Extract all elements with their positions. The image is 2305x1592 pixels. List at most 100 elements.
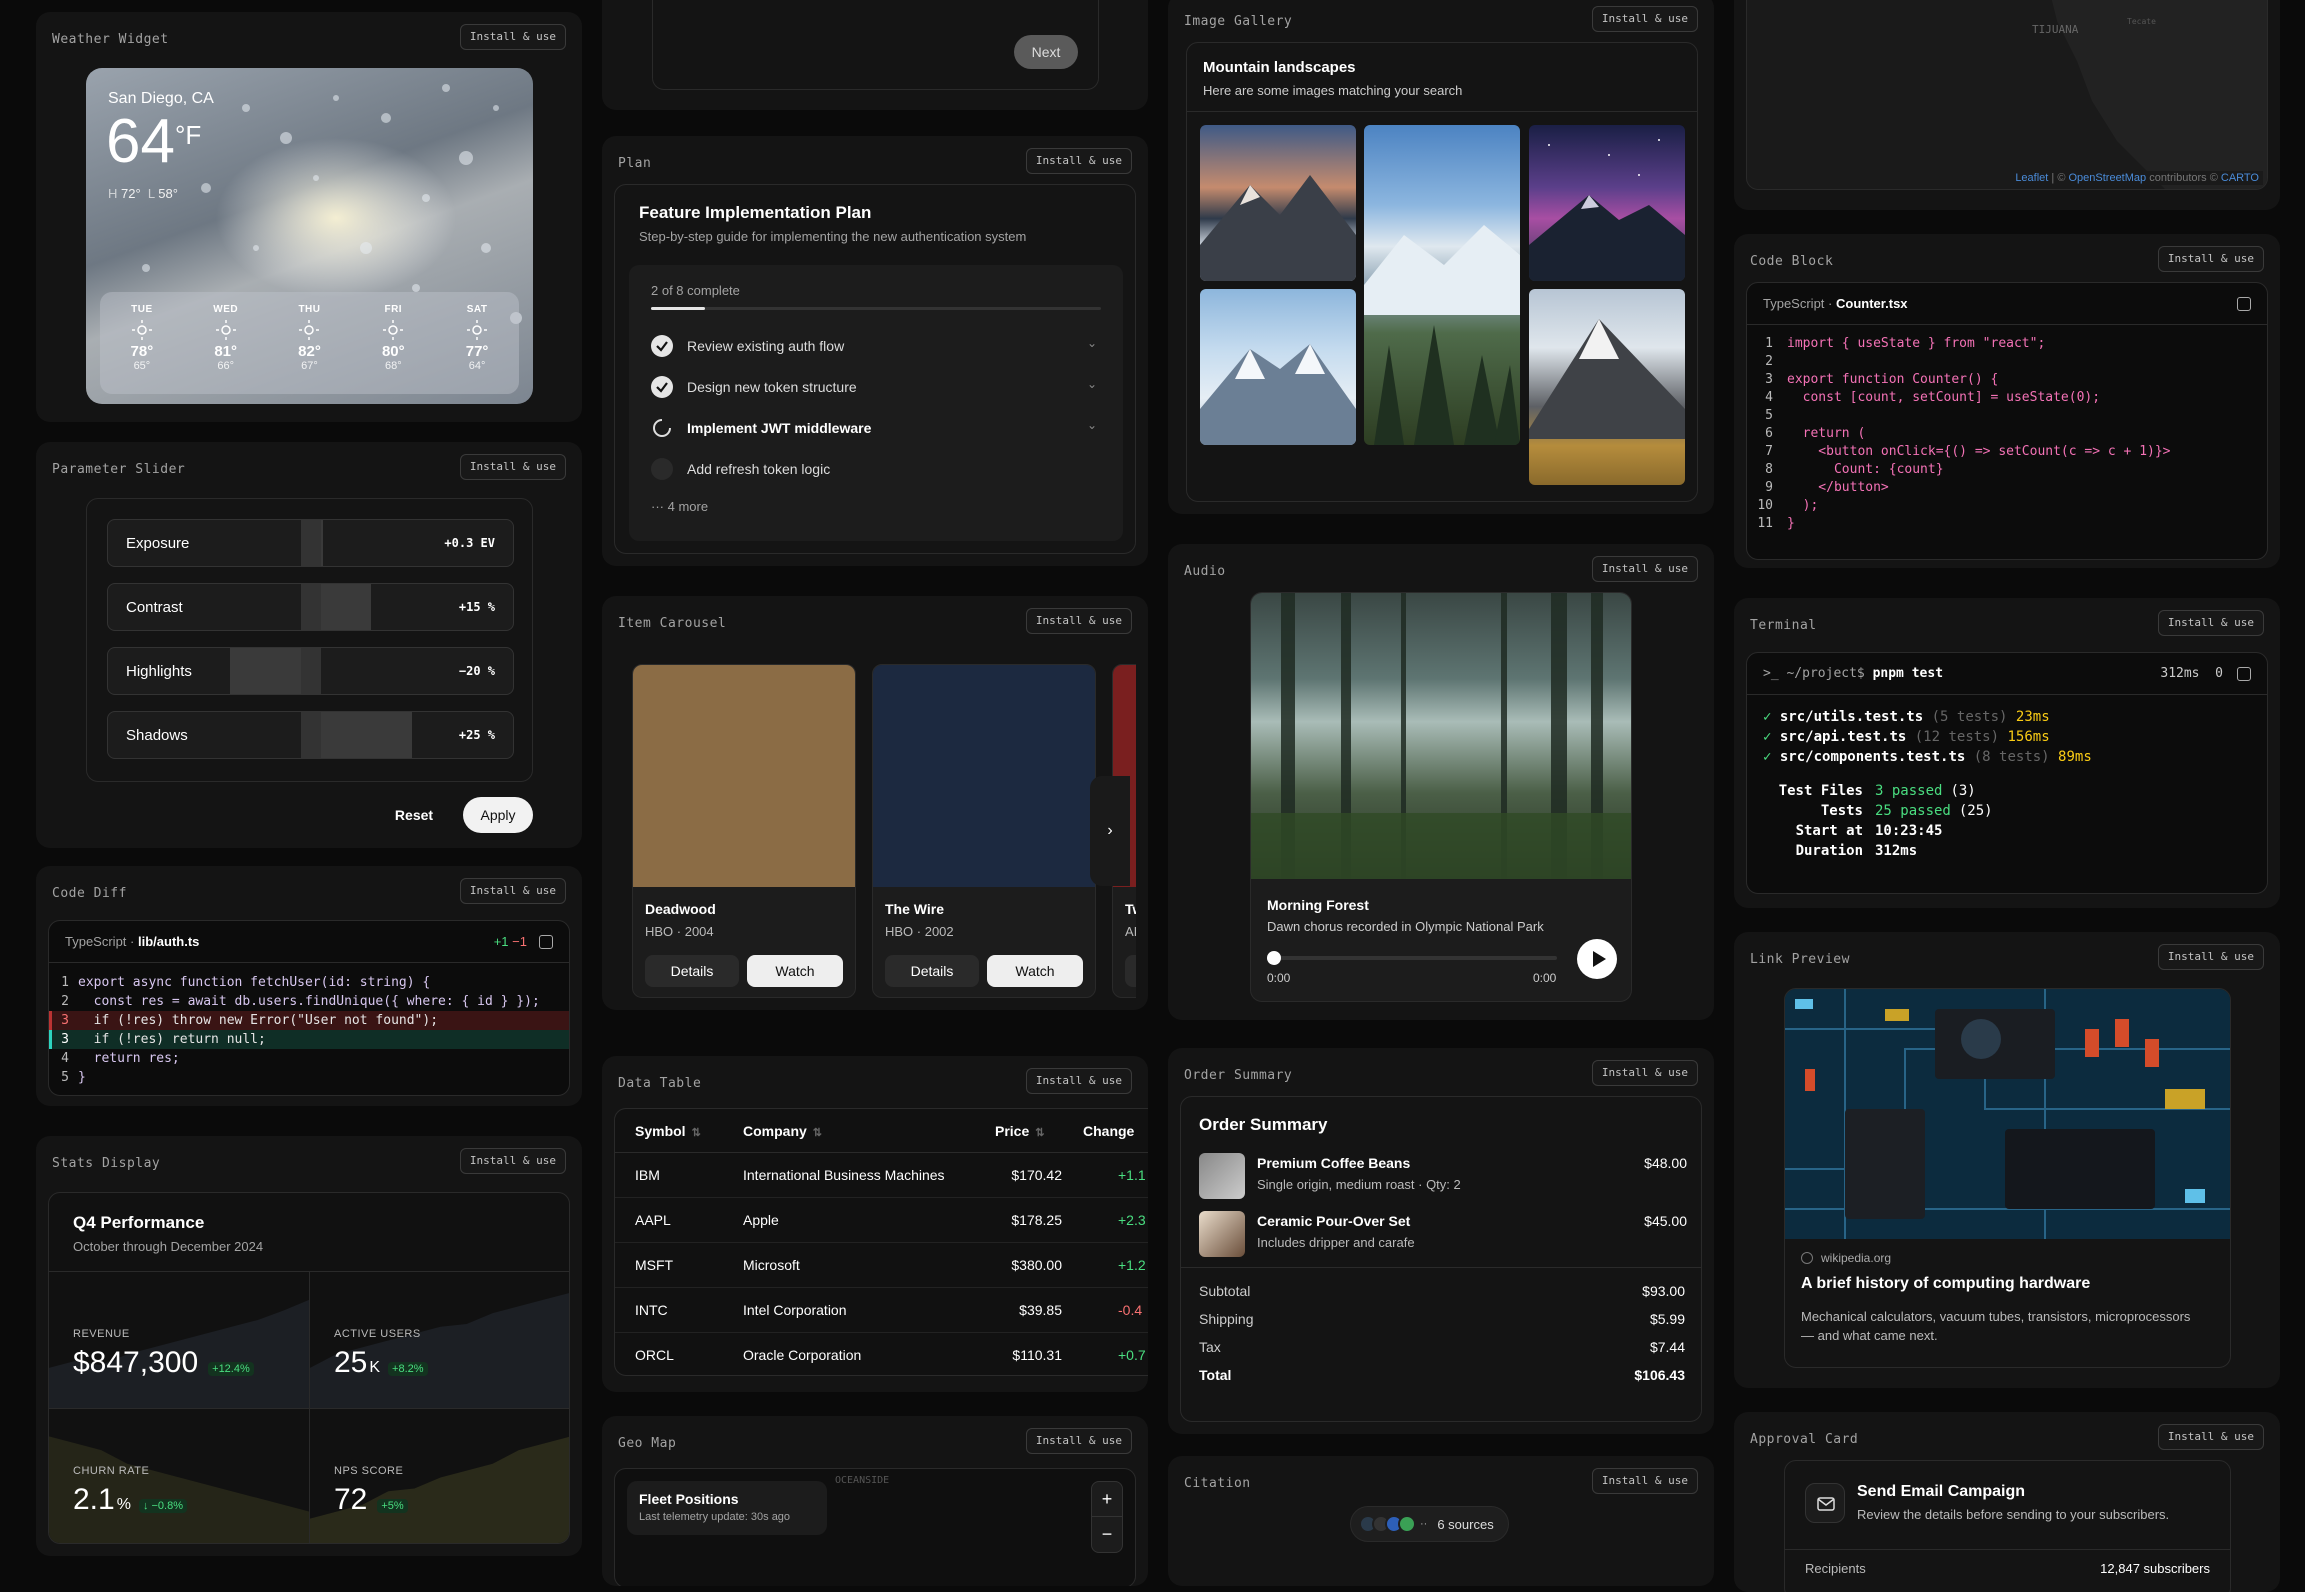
- more-steps[interactable]: ··· 4 more: [651, 499, 708, 514]
- code-text: );: [1787, 498, 1819, 513]
- zoom-out-button[interactable]: −: [1092, 1517, 1122, 1552]
- chevron-down-icon[interactable]: ⌄: [1087, 377, 1097, 391]
- install-button[interactable]: Install & use: [2157, 944, 2264, 970]
- table-row[interactable]: AAPL Apple $178.25 +2.3: [615, 1198, 1148, 1243]
- details-button[interactable]: Details: [1125, 955, 1136, 987]
- plan-step[interactable]: Review existing auth flow ⌄: [651, 325, 1101, 366]
- slider-contrast[interactable]: Contrast +15 %: [107, 583, 514, 631]
- table-row[interactable]: ORCL Oracle Corporation $110.31 +0.7: [615, 1333, 1148, 1375]
- install-button[interactable]: Install & use: [1025, 148, 1132, 174]
- plan-panel: Feature Implementation Plan Step-by-step…: [614, 184, 1136, 554]
- install-button[interactable]: Install & use: [459, 1148, 566, 1174]
- install-button[interactable]: Install & use: [1591, 1468, 1698, 1494]
- line-number: 5: [61, 1070, 69, 1085]
- play-button[interactable]: [1577, 939, 1617, 979]
- install-button[interactable]: Install & use: [2157, 1424, 2264, 1450]
- watch-button[interactable]: Watch: [747, 955, 843, 987]
- column-header[interactable]: Price ⇅: [995, 1123, 1044, 1139]
- card-title: Plan: [618, 156, 652, 171]
- slider-highlights[interactable]: Highlights −20 %: [107, 647, 514, 695]
- table-row[interactable]: IBM International Business Machines $170.4…: [615, 1153, 1148, 1198]
- install-button[interactable]: Install & use: [1591, 556, 1698, 582]
- column-header[interactable]: Change: [1083, 1123, 1134, 1139]
- reset-button[interactable]: Reset: [381, 797, 447, 833]
- map-subtitle: Last telemetry update: 30s ago: [639, 1511, 791, 1523]
- product-description: Single origin, medium roast · Qty: 2: [1257, 1177, 1461, 1192]
- install-button[interactable]: Install & use: [2157, 610, 2264, 636]
- carto-link[interactable]: CARTO: [2221, 172, 2259, 184]
- install-button[interactable]: Install & use: [459, 878, 566, 904]
- test-result-line: ✓ src/components.test.ts (8 tests) 89ms: [1763, 749, 2251, 769]
- company-cell: Oracle Corporation: [743, 1347, 862, 1363]
- gallery-image[interactable]: [1364, 125, 1520, 445]
- summary-line: Start at 10:23:45: [1763, 823, 2251, 843]
- slider-exposure[interactable]: Exposure +0.3 EV: [107, 519, 514, 567]
- slider-center-mark: [300, 648, 321, 694]
- product-name: Premium Coffee Beans: [1257, 1155, 1411, 1171]
- plan-step[interactable]: Design new token structure ⌄: [651, 366, 1101, 407]
- product-thumbnail: [1199, 1211, 1245, 1257]
- high-temp: 72°: [121, 186, 141, 201]
- summary-extra: (3): [1950, 783, 1976, 799]
- partly-cloudy-icon: [298, 319, 320, 341]
- chevron-down-icon[interactable]: ⌄: [1087, 336, 1097, 350]
- plan-step[interactable]: Implement JWT middleware ⌄: [651, 407, 1101, 448]
- link-preview-card: Link Preview Install & use wikipedia.org…: [1734, 932, 2280, 1388]
- apply-button[interactable]: Apply: [463, 797, 533, 833]
- carousel-item[interactable]: Deadwood HBO · 2004 Details Watch: [632, 664, 856, 998]
- plan-step[interactable]: Add refresh token logic: [651, 448, 1101, 489]
- gallery-image[interactable]: [1529, 125, 1685, 281]
- code-line: 11}: [1747, 515, 2267, 533]
- install-button[interactable]: Install & use: [1025, 608, 1132, 634]
- next-button[interactable]: Next: [1014, 35, 1078, 69]
- zoom-in-button[interactable]: +: [1092, 1482, 1122, 1517]
- forecast-low: 65°: [133, 360, 151, 372]
- seek-knob[interactable]: [1267, 951, 1281, 965]
- change-cell: -0.4: [1118, 1302, 1143, 1318]
- install-button[interactable]: Install & use: [459, 454, 566, 480]
- card-title: Code Diff: [52, 886, 127, 901]
- check-circle-icon: [651, 375, 673, 398]
- details-button[interactable]: Details: [645, 955, 739, 987]
- copy-icon[interactable]: [2237, 296, 2251, 311]
- carousel-item[interactable]: The Wire HBO · 2002 Details Watch: [872, 664, 1096, 998]
- column-header[interactable]: Symbol ⇅: [635, 1123, 701, 1139]
- sparkline-chart: [310, 1293, 569, 1408]
- map-area[interactable]: OCEANSIDE Fleet Positions Last telemetry…: [614, 1468, 1136, 1586]
- forecast-day-label: TUE: [131, 304, 153, 315]
- stat-value: 25: [334, 1346, 368, 1379]
- code-text: }: [1787, 516, 1795, 531]
- map-area[interactable]: TIJUANA Tecate Leaflet | © OpenStreetMap…: [1746, 0, 2268, 190]
- copy-icon[interactable]: [539, 934, 553, 949]
- slider-shadows[interactable]: Shadows +25 %: [107, 711, 514, 759]
- table-row[interactable]: MSFT Microsoft $380.00 +1.2: [615, 1243, 1148, 1288]
- sources-pill[interactable]: ·· 6 sources: [1350, 1506, 1509, 1542]
- chevron-down-icon[interactable]: ⌄: [1087, 418, 1097, 432]
- seek-bar[interactable]: [1267, 951, 1557, 965]
- summary-extra: (25): [1958, 803, 1993, 819]
- install-button[interactable]: Install & use: [1591, 1060, 1698, 1086]
- order-heading: Order Summary: [1199, 1115, 1328, 1134]
- column-header[interactable]: Company ⇅: [743, 1123, 822, 1139]
- copy-icon[interactable]: [2237, 666, 2251, 681]
- code-line: 9 </button>: [1747, 479, 2267, 497]
- table-row[interactable]: INTC Intel Corporation $39.85 -0.4: [615, 1288, 1148, 1333]
- install-button[interactable]: Install & use: [459, 24, 566, 50]
- high-label: H: [108, 186, 118, 201]
- gallery-image[interactable]: [1529, 289, 1685, 485]
- osm-link[interactable]: OpenStreetMap: [2068, 172, 2146, 184]
- link-preview-panel[interactable]: wikipedia.org A brief history of computi…: [1784, 988, 2231, 1368]
- line-number: 3: [61, 1013, 69, 1028]
- install-button[interactable]: Install & use: [1025, 1068, 1132, 1094]
- carousel-next-button[interactable]: ›: [1090, 776, 1130, 886]
- details-button[interactable]: Details: [885, 955, 979, 987]
- gallery-image[interactable]: [1200, 125, 1356, 281]
- install-button[interactable]: Install & use: [1591, 6, 1698, 32]
- install-button[interactable]: Install & use: [2157, 246, 2264, 272]
- install-button[interactable]: Install & use: [1025, 1428, 1132, 1454]
- forecast-day: WED 81° 66°: [196, 304, 256, 394]
- leaflet-link[interactable]: Leaflet: [2015, 172, 2048, 184]
- gallery-image[interactable]: [1200, 289, 1356, 445]
- watch-button[interactable]: Watch: [987, 955, 1083, 987]
- symbol-cell: MSFT: [635, 1257, 674, 1273]
